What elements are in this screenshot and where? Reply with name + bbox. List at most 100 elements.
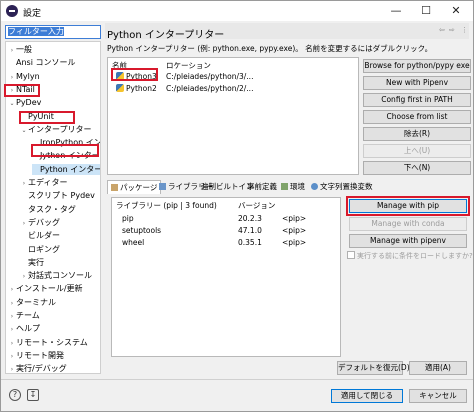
tree-item[interactable]: › ヘルプ bbox=[8, 323, 40, 334]
tree-item[interactable]: › NTail bbox=[8, 84, 35, 95]
tree-item[interactable]: › リモート・システム bbox=[8, 337, 88, 348]
tree-expander-icon[interactable]: › bbox=[8, 338, 16, 349]
tree-expander-icon[interactable]: › bbox=[8, 284, 16, 295]
preferences-tree[interactable]: › 一般 Ansi コンソール › Mylyn › NTail ⌄PyDev PyUnit ⌄イン… bbox=[5, 41, 101, 374]
tree-item[interactable]: › Mylyn bbox=[8, 71, 40, 82]
page-description: Python インタープリター (例: python.exe, pypy.exe… bbox=[107, 44, 433, 53]
tree-item[interactable]: › リモート開発 bbox=[8, 350, 64, 361]
filter-input[interactable]: フィルター入力 bbox=[5, 25, 101, 39]
minimize-button[interactable]: — bbox=[381, 3, 411, 19]
tree-expander-icon[interactable]: › bbox=[8, 45, 16, 56]
package-source: <pip> bbox=[282, 226, 307, 235]
new-with-pipenv-button[interactable]: New with Pipenv bbox=[363, 76, 471, 90]
tree-item[interactable]: ⌄インタープリター bbox=[20, 124, 91, 136]
tree-expander-icon[interactable]: › bbox=[8, 364, 16, 373]
tab-predefined[interactable]: 事前定義 bbox=[247, 180, 277, 194]
tree-item[interactable]: ロギング bbox=[20, 244, 60, 255]
tree-expander-icon[interactable]: › bbox=[20, 271, 28, 282]
package-name[interactable]: setuptools bbox=[122, 226, 161, 235]
forward-icon[interactable]: ⇨ bbox=[449, 26, 455, 34]
browse-python-pypy-button[interactable]: Browse for python/pypy exe bbox=[363, 59, 471, 73]
package-source: <pip> bbox=[282, 214, 307, 223]
tree-item[interactable]: Ansi コンソール bbox=[8, 57, 75, 68]
back-icon[interactable]: ⇦ bbox=[439, 26, 445, 34]
tree-item-label: ヘルプ bbox=[16, 324, 40, 334]
tree-item[interactable]: › デバッグ bbox=[20, 217, 60, 228]
menu-icon[interactable]: ⋮ bbox=[461, 26, 468, 34]
title-bar: 設定 — ☐ ✕ bbox=[1, 1, 473, 21]
package-name[interactable]: pip bbox=[122, 214, 134, 223]
tree-item[interactable]: IronPython インタ bbox=[32, 137, 100, 148]
col-library-header[interactable]: ライブラリー (pip | 3 found) bbox=[116, 200, 217, 211]
tree-expander-icon[interactable]: › bbox=[20, 218, 28, 229]
manage-with-pipenv-button[interactable]: Manage with pipenv bbox=[349, 234, 467, 248]
tree-item[interactable]: ⌄PyDev bbox=[8, 97, 41, 108]
remove-button[interactable]: 除去(R) bbox=[363, 127, 471, 141]
interpreter-location: C:/pleiades/python/3/... bbox=[166, 72, 254, 81]
tree-item[interactable]: › 実行/デバッグ bbox=[8, 363, 67, 373]
manage-with-conda-button[interactable]: Manage with conda bbox=[349, 217, 467, 231]
tree-item[interactable]: Python インタープ! bbox=[32, 163, 100, 175]
package-name[interactable]: wheel bbox=[122, 238, 144, 247]
tree-expander-icon[interactable]: ⌄ bbox=[8, 98, 16, 109]
eclipse-logo-icon bbox=[6, 5, 18, 17]
tab-environment[interactable]: 環境 bbox=[281, 180, 305, 194]
tree-item-label: Jython インタープ bbox=[40, 151, 101, 161]
choose-from-list-button[interactable]: Choose from list bbox=[363, 110, 471, 124]
import-icon[interactable]: ↧ bbox=[27, 389, 39, 401]
manage-with-pip-button[interactable]: Manage with pip bbox=[349, 199, 467, 213]
filter-input-text: フィルター入力 bbox=[8, 27, 64, 36]
restore-defaults-button[interactable]: デフォルトを復元(D) bbox=[337, 361, 410, 375]
col-name-header[interactable]: 名前 bbox=[112, 60, 127, 71]
tree-item[interactable]: ビルダー bbox=[20, 230, 60, 241]
load-conditions-checkbox[interactable]: 実行する前に条件をロードしますか? bbox=[347, 251, 473, 261]
tree-expander-icon[interactable]: › bbox=[8, 324, 16, 335]
interpreter-table[interactable]: 名前 ロケーション Python3 C:/pleiades/python/3/.… bbox=[107, 57, 359, 175]
package-source: <pip> bbox=[282, 238, 307, 247]
tree-expander-icon[interactable]: › bbox=[8, 85, 16, 96]
pane-splitter[interactable] bbox=[101, 25, 104, 375]
tree-item[interactable]: スクリプト Pydev bbox=[20, 190, 95, 201]
move-up-button[interactable]: 上へ(U) bbox=[363, 144, 471, 158]
tree-item[interactable]: › エディター bbox=[20, 177, 68, 189]
maximize-button[interactable]: ☐ bbox=[411, 3, 441, 19]
python-icon bbox=[116, 84, 124, 92]
tree-expander-icon[interactable]: › bbox=[8, 72, 16, 83]
interpreter-row[interactable]: Python2 bbox=[116, 84, 157, 93]
tab-forced-builtins[interactable]: 強制ビルトイン bbox=[201, 180, 254, 194]
tree-item[interactable]: › 対話式コンソール bbox=[20, 270, 92, 281]
tree-expander-icon[interactable]: › bbox=[20, 178, 28, 189]
tree-item[interactable]: › ターミナル bbox=[8, 297, 56, 308]
packages-table[interactable]: ライブラリー (pip | 3 found) バージョン pip 20.2.3 … bbox=[111, 197, 341, 357]
package-version: 0.35.1 bbox=[238, 238, 262, 247]
tree-item-label: インストール/更新 bbox=[16, 284, 83, 294]
tree-item-label: PyUnit bbox=[28, 111, 54, 121]
help-icon[interactable]: ? bbox=[9, 389, 21, 401]
tree-item[interactable]: › チーム bbox=[8, 310, 40, 321]
tree-item[interactable]: › インストール/更新 bbox=[8, 283, 83, 294]
package-version: 47.1.0 bbox=[238, 226, 262, 235]
tree-expander-icon[interactable]: ⌄ bbox=[20, 125, 28, 136]
tree-item[interactable]: › 一般 bbox=[8, 44, 32, 55]
tree-item-label: ロギング bbox=[28, 244, 60, 254]
close-button[interactable]: ✕ bbox=[441, 3, 471, 19]
col-location-header[interactable]: ロケーション bbox=[166, 60, 211, 71]
tab-packages[interactable]: パッケージ bbox=[107, 180, 162, 194]
tree-item-label: 一般 bbox=[16, 45, 32, 54]
move-down-button[interactable]: 下へ(N) bbox=[363, 161, 471, 175]
tree-item-label: 実行 bbox=[28, 257, 44, 267]
tree-item[interactable]: Jython インタープ bbox=[32, 150, 101, 161]
tree-item[interactable]: PyUnit bbox=[20, 111, 54, 122]
tree-expander-icon[interactable]: › bbox=[8, 298, 16, 309]
tree-expander-icon[interactable]: › bbox=[8, 311, 16, 322]
tree-item[interactable]: 実行 bbox=[20, 257, 44, 268]
tree-item[interactable]: タスク・タグ bbox=[20, 204, 76, 215]
config-first-in-path-button[interactable]: Config first in PATH bbox=[363, 93, 471, 107]
tree-expander-icon[interactable]: › bbox=[8, 351, 16, 362]
apply-button[interactable]: 適用(A) bbox=[409, 361, 467, 375]
interpreter-row[interactable]: Python3 bbox=[116, 72, 157, 81]
apply-and-close-button[interactable]: 適用して閉じる bbox=[331, 389, 403, 403]
col-version-header[interactable]: バージョン bbox=[238, 200, 275, 211]
cancel-button[interactable]: キャンセル bbox=[409, 389, 467, 403]
tab-string-substitution[interactable]: 文字列置換変数 bbox=[311, 180, 373, 194]
